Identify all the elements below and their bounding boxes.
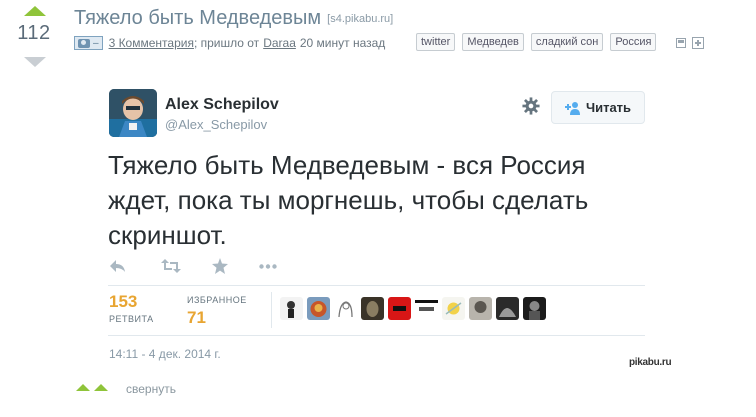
favorite-icon[interactable] bbox=[212, 258, 228, 274]
post-meta: – 3 Комментария ; пришло от Daraa 20 мин… bbox=[74, 34, 385, 52]
fav-avatar[interactable] bbox=[307, 297, 330, 320]
retweets-count: 153 bbox=[109, 292, 138, 311]
post-type-badge-text: – bbox=[93, 37, 99, 49]
follow-user-icon bbox=[564, 101, 580, 115]
more-icon[interactable] bbox=[259, 264, 277, 269]
gear-icon[interactable] bbox=[522, 97, 540, 115]
fav-avatar[interactable] bbox=[523, 297, 546, 320]
collapse-link[interactable]: свернуть bbox=[126, 382, 176, 396]
tag-twitter[interactable]: twitter bbox=[416, 33, 456, 51]
author-link[interactable]: Daraa bbox=[263, 36, 296, 50]
retweets-stat[interactable]: 153 РЕТВИТА bbox=[109, 292, 154, 324]
fav-avatar[interactable] bbox=[442, 297, 465, 320]
tweet-author-name[interactable]: Alex Schepilov bbox=[165, 96, 279, 114]
post-source: [s4.pikabu.ru] bbox=[327, 13, 394, 25]
fav-avatar[interactable] bbox=[280, 297, 303, 320]
expand-icon[interactable] bbox=[692, 37, 704, 49]
tweet-author-handle[interactable]: @Alex_Schepilov bbox=[165, 117, 267, 132]
comments-link[interactable]: 3 Комментария bbox=[109, 36, 194, 50]
save-icon[interactable] bbox=[676, 38, 686, 48]
avatar[interactable] bbox=[109, 89, 157, 137]
fav-avatar[interactable] bbox=[469, 297, 492, 320]
camera-icon bbox=[78, 38, 90, 48]
retweet-icon[interactable] bbox=[161, 258, 181, 274]
favorited-by-avatars bbox=[280, 297, 546, 320]
post-rating: 112 bbox=[17, 22, 51, 44]
tag-list: twitter Медведев сладкий сон Россия bbox=[416, 33, 657, 51]
post-time: 20 минут назад bbox=[299, 36, 386, 50]
fav-avatar[interactable] bbox=[496, 297, 519, 320]
bottom-upvote-alt-icon[interactable] bbox=[94, 384, 108, 391]
fav-avatar[interactable] bbox=[361, 297, 384, 320]
retweets-label: РЕТВИТА bbox=[109, 314, 154, 324]
tweet-timestamp[interactable]: 14:11 - 4 дек. 2014 г. bbox=[109, 347, 221, 361]
favorites-label: ИЗБРАННОЕ bbox=[187, 295, 247, 305]
fav-avatar[interactable] bbox=[334, 297, 357, 320]
downvote-arrow-icon[interactable] bbox=[24, 57, 46, 67]
tag-russia[interactable]: Россия bbox=[610, 33, 657, 51]
post-title[interactable]: Тяжело быть Медведевым [s4.pikabu.ru] bbox=[74, 7, 393, 30]
tweet-text: Тяжело быть Медведевым - вся Россия ждет… bbox=[108, 150, 589, 250]
favorites-stat[interactable]: ИЗБРАННОЕ 71 bbox=[187, 292, 247, 328]
upvote-arrow-icon[interactable] bbox=[24, 6, 46, 16]
post-title-text[interactable]: Тяжело быть Медведевым bbox=[74, 7, 321, 29]
reply-icon[interactable] bbox=[109, 258, 127, 274]
meta-from-text: ; пришло от bbox=[193, 36, 260, 50]
divider-bottom bbox=[108, 335, 645, 336]
favorites-count: 71 bbox=[187, 308, 206, 327]
fav-avatar[interactable] bbox=[415, 297, 438, 320]
fav-avatar[interactable] bbox=[388, 297, 411, 320]
bottom-upvote-icon[interactable] bbox=[76, 384, 90, 391]
tag-medvedev[interactable]: Медведев bbox=[462, 33, 524, 51]
post-type-badge: – bbox=[74, 36, 103, 50]
follow-button[interactable]: Читать bbox=[551, 91, 645, 124]
stat-separator bbox=[271, 292, 272, 328]
divider-top bbox=[108, 285, 645, 286]
tag-sweet-dream[interactable]: сладкий сон bbox=[530, 33, 604, 51]
watermark: pikabu.ru bbox=[629, 357, 672, 368]
follow-button-label: Читать bbox=[585, 100, 632, 115]
